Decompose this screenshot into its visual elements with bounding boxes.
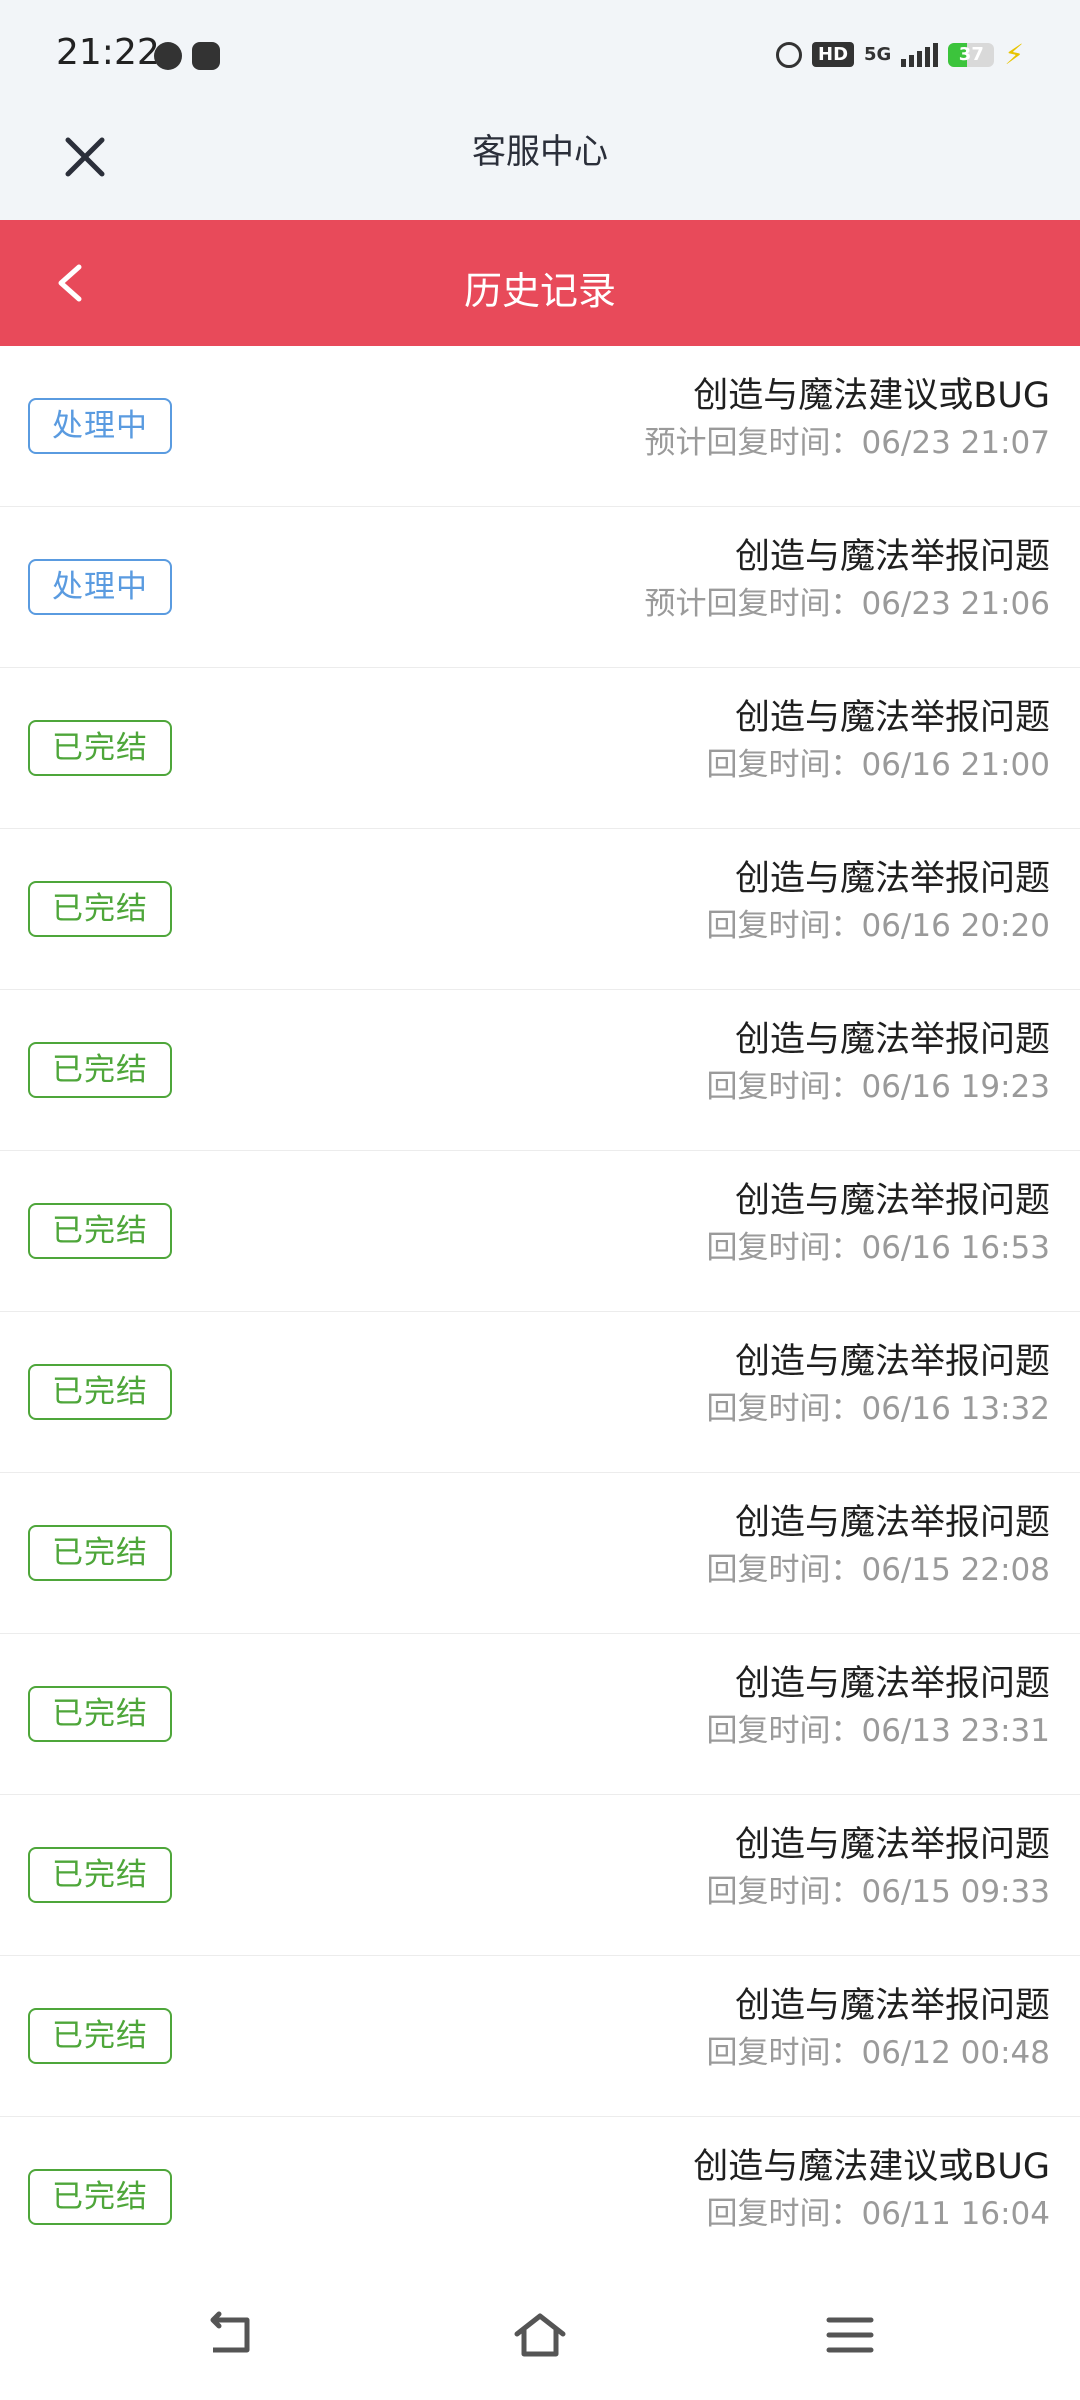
record-title: 创造与魔法举报问题: [734, 1986, 1050, 2026]
record-title: 创造与魔法举报问题: [734, 698, 1050, 738]
menu-icon: [826, 2317, 874, 2353]
record-time: 预计回复时间：06/23 21:07: [644, 425, 1050, 461]
status-badge: 已完结: [28, 881, 172, 937]
record-title: 创造与魔法举报问题: [734, 859, 1050, 899]
record-list: 处理中 创造与魔法建议或BUG 预计回复时间：06/23 21:07 处理中 创…: [0, 346, 1080, 2278]
message-icon: [154, 42, 182, 70]
charging-icon: ⚡: [1004, 38, 1024, 71]
record-time: 回复时间：06/15 09:33: [706, 1874, 1050, 1910]
status-bar: 21:22 HD 5G 37 ⚡: [0, 0, 1080, 110]
record-title: 创造与魔法举报问题: [734, 1503, 1050, 1543]
nav-back-button[interactable]: [185, 2290, 275, 2380]
record-time: 预计回复时间：06/23 21:06: [644, 586, 1050, 622]
status-badge: 已完结: [28, 2008, 172, 2064]
record-row[interactable]: 已完结 创造与魔法举报问题 回复时间：06/16 21:00: [0, 668, 1080, 829]
status-badge: 已完结: [28, 1364, 172, 1420]
record-time: 回复时间：06/16 21:00: [706, 747, 1050, 783]
record-title: 创造与魔法举报问题: [734, 1664, 1050, 1704]
record-title: 创造与魔法举报问题: [734, 537, 1050, 577]
record-row[interactable]: 已完结 创造与魔法举报问题 回复时间：06/16 13:32: [0, 1312, 1080, 1473]
record-row[interactable]: 已完结 创造与魔法举报问题 回复时间：06/12 00:48: [0, 1956, 1080, 2117]
alarm-icon: [776, 41, 802, 68]
record-time: 回复时间：06/15 22:08: [706, 1552, 1050, 1588]
record-row[interactable]: 已完结 创造与魔法举报问题 回复时间：06/16 16:53: [0, 1151, 1080, 1312]
battery-icon: 37: [948, 42, 995, 67]
5g-label: 5G: [864, 44, 892, 65]
top-header: 客服中心: [0, 110, 1080, 220]
status-time: 21:22: [56, 32, 160, 73]
record-row[interactable]: 已完结 创造与魔法举报问题 回复时间：06/15 09:33: [0, 1795, 1080, 1956]
record-row[interactable]: 已完结 创造与魔法举报问题 回复时间：06/16 20:20: [0, 829, 1080, 990]
status-badge: 已完结: [28, 2169, 172, 2225]
status-badge: 处理中: [28, 398, 172, 454]
back-nav-icon: [210, 2311, 250, 2353]
app-notification-icon: [192, 42, 220, 70]
record-row[interactable]: 已完结 创造与魔法举报问题 回复时间：06/13 23:31: [0, 1634, 1080, 1795]
nav-home-button[interactable]: [495, 2290, 585, 2380]
record-row[interactable]: 已完结 创造与魔法举报问题 回复时间：06/16 19:23: [0, 990, 1080, 1151]
status-badge: 已完结: [28, 720, 172, 776]
record-title: 创造与魔法举报问题: [734, 1825, 1050, 1865]
record-title: 创造与魔法举报问题: [734, 1342, 1050, 1382]
record-time: 回复时间：06/12 00:48: [706, 2035, 1050, 2071]
close-button[interactable]: [50, 122, 120, 192]
status-badge: 已完结: [28, 1686, 172, 1742]
record-row[interactable]: 已完结 创造与魔法举报问题 回复时间：06/15 22:08: [0, 1473, 1080, 1634]
status-badge: 已完结: [28, 1525, 172, 1581]
hd-icon: HD: [812, 42, 855, 67]
nav-menu-button[interactable]: [805, 2290, 895, 2380]
record-row[interactable]: 处理中 创造与魔法建议或BUG 预计回复时间：06/23 21:07: [0, 346, 1080, 507]
history-header: 历史记录: [0, 220, 1080, 346]
record-time: 回复时间：06/16 13:32: [706, 1391, 1050, 1427]
chevron-left-icon: [58, 264, 82, 302]
record-time: 回复时间：06/16 19:23: [706, 1069, 1050, 1105]
history-title: 历史记录: [463, 269, 616, 313]
record-row[interactable]: 处理中 创造与魔法举报问题 预计回复时间：06/23 21:06: [0, 507, 1080, 668]
page-title: 客服中心: [472, 132, 608, 172]
record-title: 创造与魔法建议或BUG: [693, 376, 1050, 416]
battery-level: 37: [958, 43, 984, 65]
record-time: 回复时间：06/16 20:20: [706, 908, 1050, 944]
status-badge: 已完结: [28, 1847, 172, 1903]
record-title: 创造与魔法建议或BUG: [693, 2147, 1050, 2187]
back-button[interactable]: [36, 248, 106, 318]
record-title: 创造与魔法举报问题: [734, 1020, 1050, 1060]
signal-icon: [901, 42, 939, 67]
status-badge: 已完结: [28, 1203, 172, 1259]
home-icon: [514, 2313, 566, 2357]
status-badge: 已完结: [28, 1042, 172, 1098]
status-badge: 处理中: [28, 559, 172, 615]
record-time: 回复时间：06/11 16:04: [706, 2196, 1050, 2232]
record-title: 创造与魔法举报问题: [734, 1181, 1050, 1221]
record-row[interactable]: 已完结 创造与魔法建议或BUG 回复时间：06/11 16:04: [0, 2117, 1080, 2278]
navigation-bar: [0, 2270, 1080, 2400]
record-time: 回复时间：06/13 23:31: [706, 1713, 1050, 1749]
record-time: 回复时间：06/16 16:53: [706, 1230, 1050, 1266]
close-icon: [65, 137, 105, 177]
